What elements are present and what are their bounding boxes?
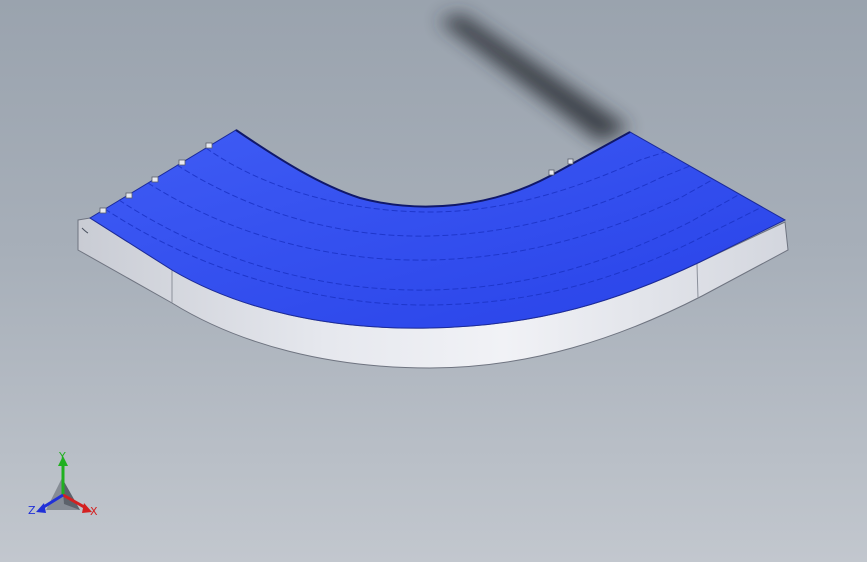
y-axis-label: Y: [59, 450, 66, 463]
3d-viewport[interactable]: Y X Z: [0, 0, 867, 562]
z-axis-arrow: [36, 503, 46, 513]
model-scene[interactable]: [0, 0, 867, 562]
coordinate-triad[interactable]: [36, 456, 92, 513]
x-axis-label: X: [90, 505, 98, 518]
cast-shadow: [438, 14, 630, 142]
z-axis-label: Z: [28, 504, 36, 517]
